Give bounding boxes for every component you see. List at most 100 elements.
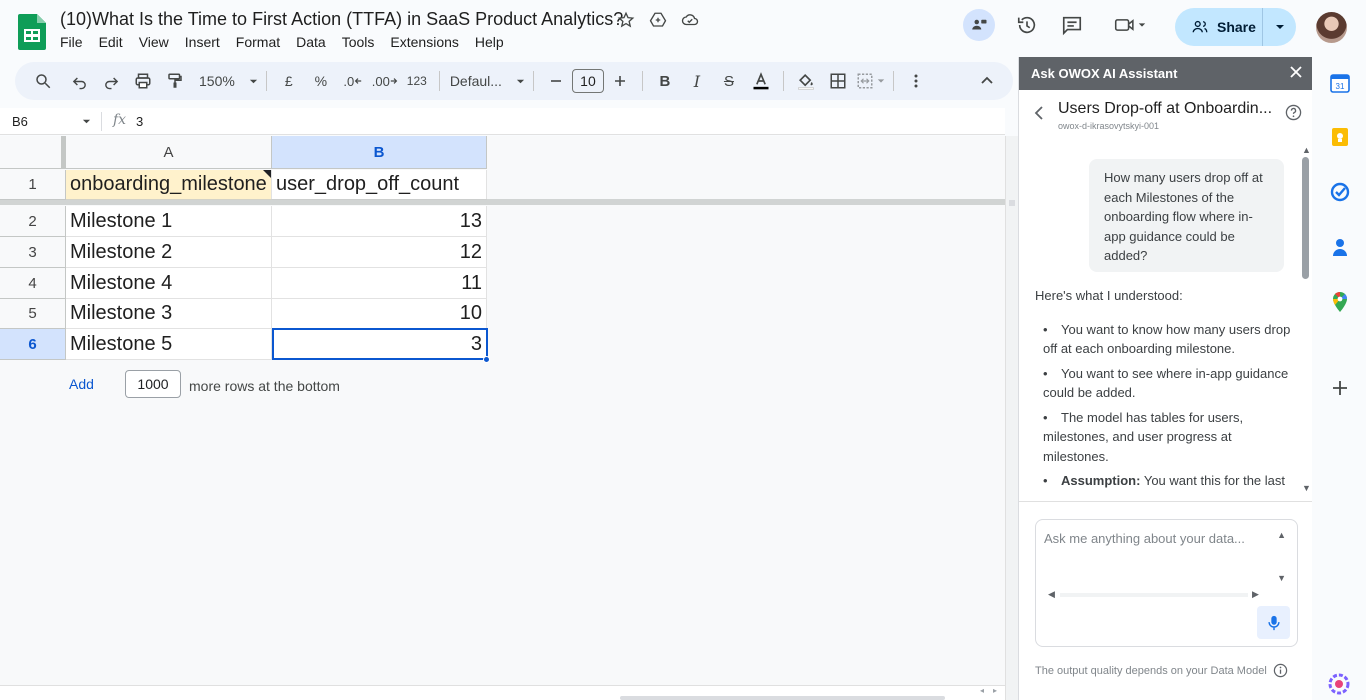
vertical-scrollbar[interactable] [1005, 136, 1018, 700]
horizontal-scrollbar[interactable]: ◂ ▸ [0, 685, 1005, 700]
gemini-icon[interactable] [1328, 673, 1350, 695]
italic-icon[interactable]: I [683, 67, 711, 95]
name-box-dropdown-icon[interactable] [82, 117, 91, 126]
collapse-toolbar-icon[interactable] [973, 67, 1001, 95]
version-history-icon[interactable] [1011, 9, 1043, 41]
chat-input[interactable]: Ask me anything about your data... ▲ ▼ ◀… [1035, 519, 1298, 647]
paint-format-icon[interactable] [161, 67, 189, 95]
currency-format-button[interactable]: £ [275, 67, 303, 95]
panel-scroll-thumb[interactable] [1302, 157, 1309, 279]
font-size-increase-icon[interactable] [606, 67, 634, 95]
maps-icon[interactable] [1330, 291, 1350, 313]
row-header-3[interactable]: 3 [0, 237, 66, 268]
panel-scroll-up-icon[interactable]: ▲ [1302, 145, 1311, 155]
cell-a5[interactable]: Milestone 3 [66, 299, 272, 329]
input-scroll-down-icon[interactable]: ▼ [1277, 573, 1286, 583]
help-icon[interactable] [1285, 104, 1302, 121]
bold-icon[interactable]: B [651, 67, 679, 95]
cell-b3[interactable]: 12 [272, 237, 487, 268]
cell-a3[interactable]: Milestone 2 [66, 237, 272, 268]
merge-cells-icon[interactable] [856, 67, 885, 95]
comments-icon[interactable] [1056, 9, 1088, 41]
column-header-a[interactable]: A [66, 136, 272, 169]
cell-b5[interactable]: 10 [272, 299, 487, 329]
search-menus-icon[interactable] [29, 67, 57, 95]
redo-icon[interactable] [97, 67, 125, 95]
keep-icon[interactable] [1330, 127, 1350, 147]
add-rows-button[interactable]: Add [69, 376, 94, 392]
add-addon-icon[interactable] [1332, 380, 1348, 396]
cell-b4[interactable]: 11 [272, 268, 487, 299]
share-dropdown-icon[interactable] [1263, 22, 1296, 32]
input-scroll-left-icon[interactable]: ◀ [1048, 589, 1055, 600]
meet-icon[interactable] [1108, 9, 1152, 41]
tasks-icon[interactable] [1330, 182, 1350, 202]
share-button[interactable]: Share [1175, 8, 1296, 46]
fill-handle[interactable] [483, 356, 490, 363]
avatar[interactable] [1316, 12, 1347, 43]
font-size-input[interactable]: 10 [571, 69, 604, 93]
cell-a6[interactable]: Milestone 5 [66, 329, 272, 360]
scroll-left-icon[interactable]: ◂ [980, 686, 984, 695]
back-chevron-icon[interactable] [1033, 106, 1045, 120]
cloud-saved-icon[interactable] [681, 11, 699, 29]
zoom-select[interactable]: 150% [199, 67, 258, 95]
arrow-left-icon [354, 78, 362, 84]
font-size-decrease-icon[interactable] [542, 67, 570, 95]
undo-icon[interactable] [65, 67, 93, 95]
calendar-icon[interactable]: 31 [1330, 73, 1350, 93]
input-scroll-right-icon[interactable]: ▶ [1252, 589, 1259, 600]
formula-input[interactable]: 3 [136, 114, 143, 129]
row-header-6[interactable]: 6 [0, 329, 66, 360]
owox-addon-icon[interactable] [963, 9, 995, 41]
document-title[interactable]: (10)What Is the Time to First Action (TT… [60, 9, 623, 30]
fill-color-icon[interactable] [792, 67, 820, 95]
contacts-icon[interactable] [1330, 237, 1350, 257]
close-icon[interactable] [1289, 65, 1303, 79]
borders-icon[interactable] [824, 67, 852, 95]
move-to-drive-icon[interactable] [649, 11, 667, 29]
cell-b1[interactable]: user_drop_off_count [272, 170, 487, 200]
menu-tools[interactable]: Tools [334, 34, 383, 50]
cell-a1[interactable]: onboarding_milestone [66, 170, 272, 200]
info-icon[interactable] [1273, 663, 1288, 678]
menu-insert[interactable]: Insert [177, 34, 228, 50]
frozen-row-divider[interactable] [0, 199, 1005, 205]
reply-intro: Here's what I understood: [1035, 288, 1183, 303]
star-icon[interactable] [617, 11, 635, 29]
column-header-b[interactable]: B [272, 136, 487, 169]
text-color-icon[interactable] [747, 67, 775, 95]
cell-a2[interactable]: Milestone 1 [66, 206, 272, 237]
menu-help[interactable]: Help [467, 34, 512, 50]
microphone-button[interactable] [1257, 606, 1290, 639]
input-scroll-up-icon[interactable]: ▲ [1277, 530, 1286, 540]
row-header-1[interactable]: 1 [0, 170, 66, 200]
menu-file[interactable]: File [60, 34, 91, 50]
horizontal-scroll-thumb[interactable] [620, 696, 945, 700]
menu-format[interactable]: Format [228, 34, 288, 50]
menu-edit[interactable]: Edit [91, 34, 131, 50]
select-all-corner[interactable] [0, 136, 66, 169]
row-header-4[interactable]: 4 [0, 268, 66, 299]
decrease-decimal-button[interactable]: .0 [339, 67, 367, 95]
sheets-logo-icon[interactable] [18, 14, 46, 50]
row-header-5[interactable]: 5 [0, 299, 66, 329]
cell-b2[interactable]: 13 [272, 206, 487, 237]
print-icon[interactable] [129, 67, 157, 95]
row-header-2[interactable]: 2 [0, 206, 66, 237]
more-formats-button[interactable]: 123 [403, 67, 431, 95]
percent-format-button[interactable]: % [307, 67, 335, 95]
strikethrough-icon[interactable]: S [715, 67, 743, 95]
menu-extensions[interactable]: Extensions [382, 34, 466, 50]
name-box[interactable]: B6 [12, 114, 28, 129]
chat-scroll-area[interactable]: How many users drop off at each Mileston… [1019, 147, 1313, 495]
menu-view[interactable]: View [131, 34, 177, 50]
add-rows-count-input[interactable]: 1000 [125, 370, 181, 398]
increase-decimal-button[interactable]: .00 [371, 67, 399, 95]
scroll-right-icon[interactable]: ▸ [993, 686, 997, 695]
more-options-icon[interactable] [902, 67, 930, 95]
font-select[interactable]: Defaul... [450, 67, 525, 95]
panel-scroll-down-icon[interactable]: ▼ [1302, 483, 1311, 493]
menu-data[interactable]: Data [288, 34, 334, 50]
cell-a4[interactable]: Milestone 4 [66, 268, 272, 299]
